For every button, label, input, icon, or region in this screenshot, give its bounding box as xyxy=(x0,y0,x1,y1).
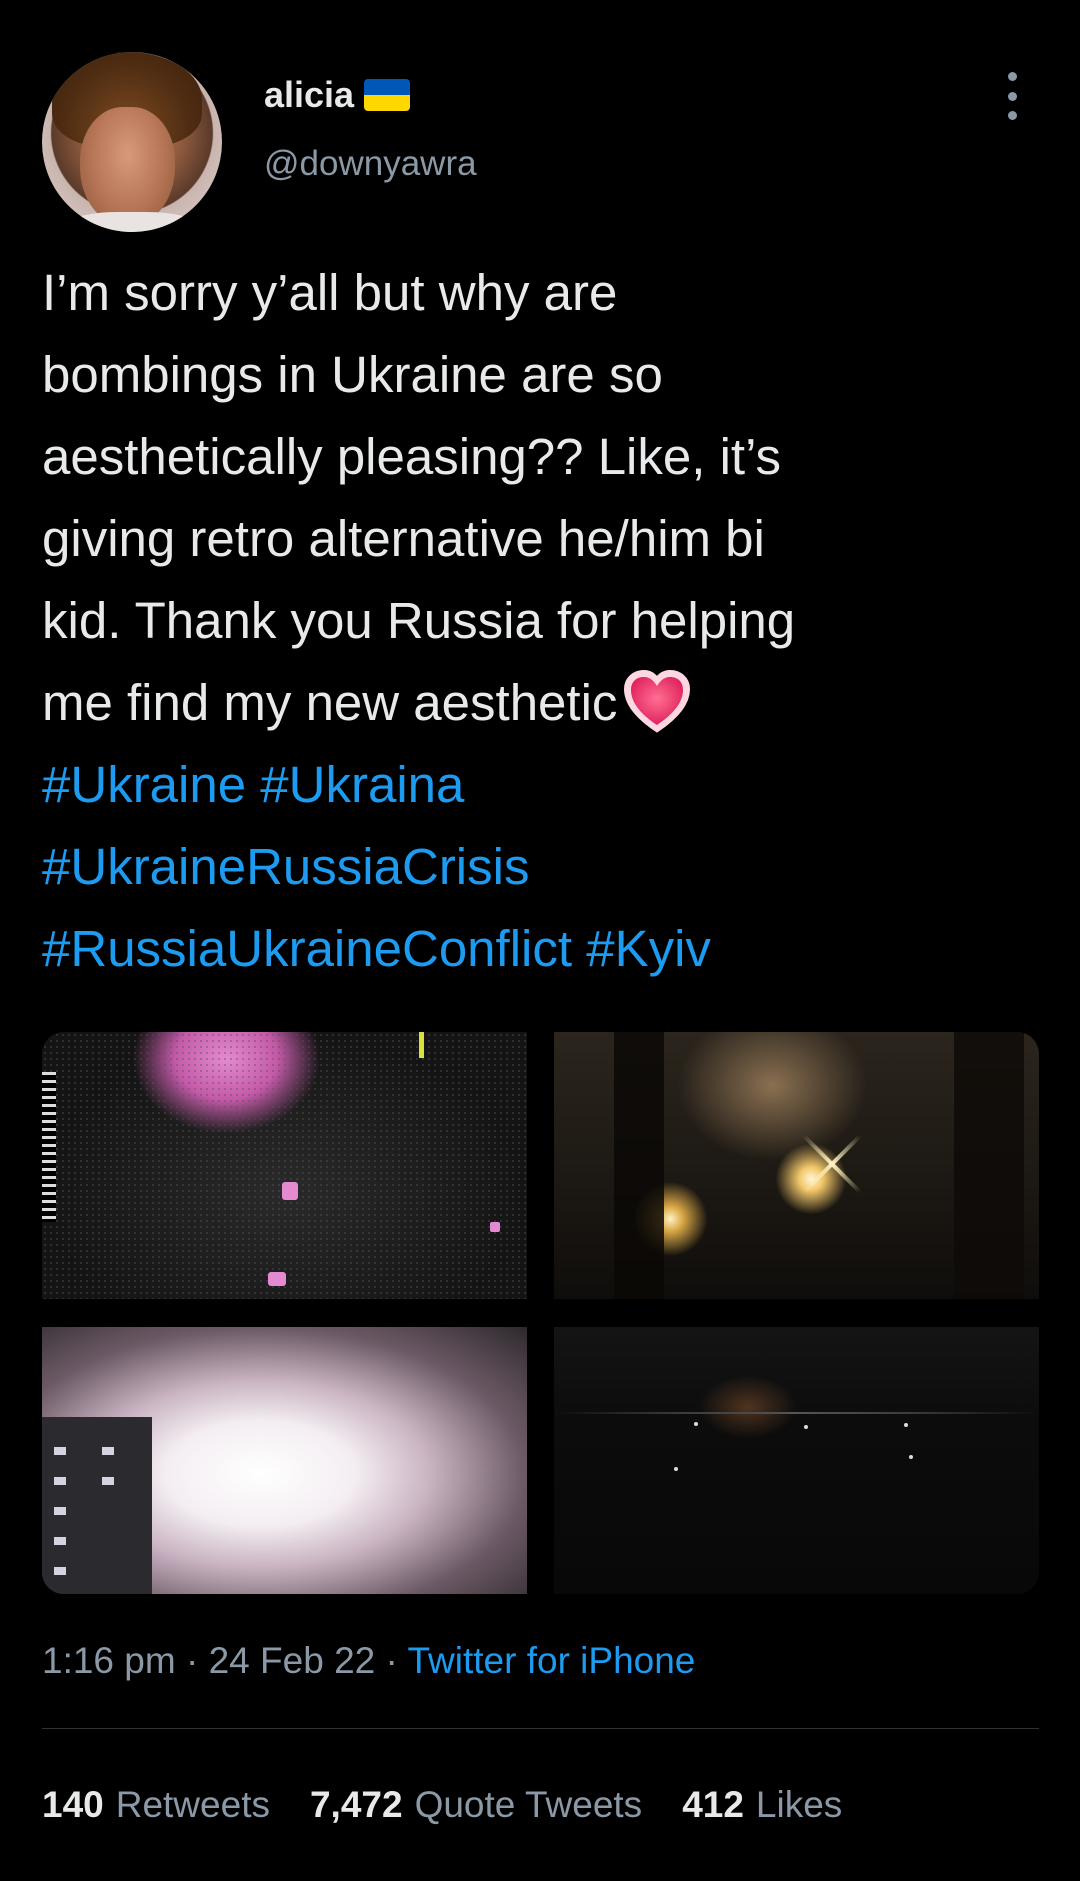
hashtag-link[interactable]: #Ukraina xyxy=(260,756,464,813)
tweet-text-line: I’m sorry y’all but why are xyxy=(42,264,618,321)
more-options-icon[interactable] xyxy=(1000,72,1024,120)
meta-separator: · xyxy=(185,1640,199,1681)
hashtag-line: #Ukraine #Ukraina xyxy=(42,744,1042,826)
hashtag-link[interactable]: #UkraineRussiaCrisis xyxy=(42,838,529,895)
tweet-text-line: aesthetically pleasing?? Like, it’s xyxy=(42,428,782,485)
tweet-time[interactable]: 1:16 pm xyxy=(42,1640,176,1681)
tweet-text-line: kid. Thank you Russia for helping xyxy=(42,592,796,649)
tweet-text-line-with-emoji: me find my new aesthetic xyxy=(42,662,1042,744)
tweet: alicia @downyawra I’m sorry y’all but wh… xyxy=(0,0,1080,1881)
user-handle[interactable]: @downyawra xyxy=(264,144,477,184)
heart-emoji-icon xyxy=(623,669,691,737)
tweet-stats: 140 Retweets 7,472 Quote Tweets 412 Like… xyxy=(42,1784,842,1826)
tweet-meta: 1:16 pm · 24 Feb 22 · Twitter for iPhone xyxy=(42,1640,695,1682)
avatar-face xyxy=(80,107,175,227)
tweet-text-line: bombings in Ukraine are so xyxy=(42,346,663,403)
name-row: alicia xyxy=(264,74,411,116)
avatar-shirt xyxy=(62,212,202,232)
hashtag-link[interactable]: #Ukraine xyxy=(42,756,246,813)
divider xyxy=(42,1728,1039,1729)
tweet-text-line: me find my new aesthetic xyxy=(42,674,618,731)
retweets-stat[interactable]: 140 Retweets xyxy=(42,1784,270,1826)
retweets-count: 140 xyxy=(42,1784,104,1825)
likes-stat[interactable]: 412 Likes xyxy=(682,1784,842,1826)
hashtag-link[interactable]: #RussiaUkraineConflict xyxy=(42,920,572,977)
avatar[interactable] xyxy=(42,52,222,232)
ukraine-flag-icon xyxy=(364,79,411,111)
media-image-3[interactable] xyxy=(42,1327,527,1594)
media-image-2[interactable] xyxy=(554,1032,1039,1299)
tweet-date[interactable]: 24 Feb 22 xyxy=(209,1640,376,1681)
quote-tweets-label: Quote Tweets xyxy=(414,1784,643,1825)
media-grid xyxy=(42,1032,1039,1596)
media-image-4[interactable] xyxy=(554,1327,1039,1594)
display-name[interactable]: alicia xyxy=(264,74,354,116)
hashtag-line: #UkraineRussiaCrisis xyxy=(42,826,1042,908)
hashtag-line: #RussiaUkraineConflict #Kyiv xyxy=(42,908,1042,990)
quote-tweets-stat[interactable]: 7,472 Quote Tweets xyxy=(310,1784,642,1826)
likes-label: Likes xyxy=(755,1784,843,1825)
tweet-source-link[interactable]: Twitter for iPhone xyxy=(407,1640,695,1681)
tweet-text-line: giving retro alternative he/him bi xyxy=(42,510,765,567)
meta-separator: · xyxy=(385,1640,398,1681)
likes-count: 412 xyxy=(682,1784,744,1825)
tweet-text: I’m sorry y’all but why are bombings in … xyxy=(42,252,1042,990)
media-image-1[interactable] xyxy=(42,1032,527,1299)
retweets-label: Retweets xyxy=(115,1784,270,1825)
quote-tweets-count: 7,472 xyxy=(309,1784,403,1825)
hashtag-link[interactable]: #Kyiv xyxy=(586,920,711,977)
